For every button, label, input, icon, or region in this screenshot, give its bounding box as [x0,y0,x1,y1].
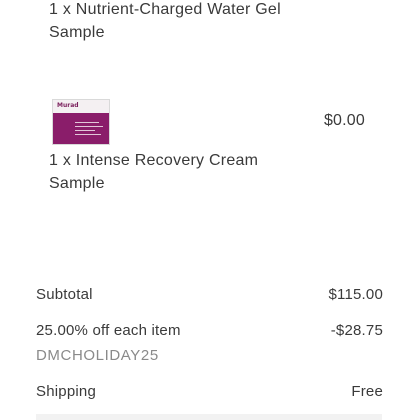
packet-band [53,113,109,144]
next-row-partial [36,414,382,420]
shipping-value: Free [351,383,383,400]
cart-item-name: 1 x Intense Recovery Cream Sample [49,149,379,195]
cart-item-name: 1 x Nutrient-Charged Water Gel Sample [49,0,379,44]
packet-text-line [75,130,95,131]
discount-value: -$28.75 [330,322,383,339]
packet-text-line [75,122,99,123]
discount-label: 25.00% off each item [36,322,181,339]
brand-logo: Murad [57,102,79,109]
product-thumbnail[interactable]: Murad [52,99,110,145]
cart-item-name-line2: Sample [49,24,105,41]
subtotal-label: Subtotal [36,286,93,303]
packet-text-line [75,134,101,135]
promo-code: DMCHOLIDAY25 [36,347,159,364]
packet-text-line [75,126,103,127]
cart-item-name-line2: Sample [49,175,105,192]
cart-item-price: $0.00 [323,112,365,129]
subtotal-value: $115.00 [328,286,383,303]
shipping-label: Shipping [36,383,96,400]
cart-item-name-line1: 1 x Intense Recovery Cream [49,152,259,169]
cart-item-name-line1: 1 x Nutrient-Charged Water Gel [49,1,281,18]
